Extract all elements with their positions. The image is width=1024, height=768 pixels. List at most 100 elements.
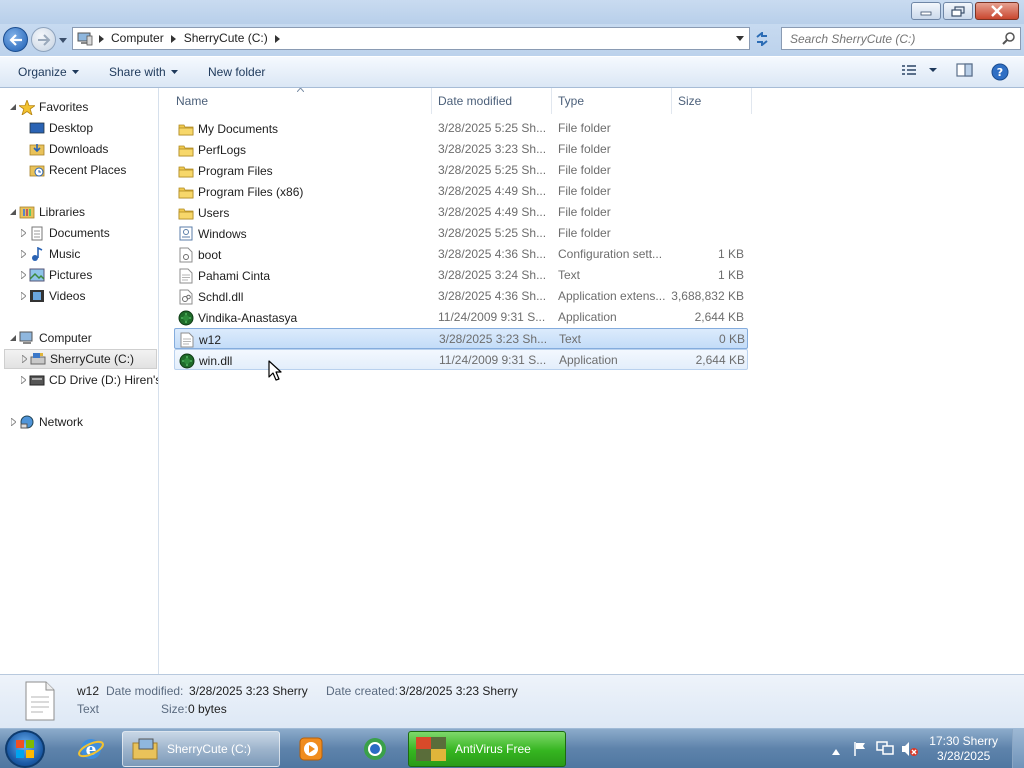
organize-button[interactable]: Organize bbox=[18, 65, 79, 79]
refresh-button[interactable] bbox=[751, 28, 773, 50]
file-name-cell[interactable]: Windows bbox=[178, 223, 247, 244]
file-name-cell[interactable]: Program Files (x86) bbox=[178, 181, 303, 202]
nav-music[interactable]: Music bbox=[18, 244, 158, 264]
search-icon[interactable] bbox=[1002, 32, 1016, 49]
column-date-label: Date modified bbox=[438, 94, 513, 108]
file-row[interactable]: w12 3/28/2025 3:23 Sh... Text 0 KB bbox=[174, 328, 748, 349]
show-hidden-icons-button[interactable] bbox=[832, 744, 840, 758]
nav-downloads[interactable]: Downloads bbox=[18, 139, 158, 159]
start-button[interactable] bbox=[5, 730, 45, 768]
collapse-arrow-icon[interactable] bbox=[8, 335, 18, 341]
restore-button[interactable] bbox=[943, 2, 973, 20]
expand-arrow-icon[interactable] bbox=[18, 376, 28, 384]
taskbar-antivirus[interactable]: AntiVirus Free bbox=[408, 731, 566, 767]
taskbar-explorer-window[interactable]: SherryCute (C:) bbox=[122, 731, 280, 767]
recent-pages-dropdown[interactable] bbox=[58, 33, 68, 47]
file-type: File folder bbox=[558, 163, 611, 177]
file-name-cell[interactable]: w12 bbox=[179, 329, 221, 350]
column-header-date[interactable]: Date modified bbox=[432, 88, 552, 114]
file-name-cell[interactable]: My Documents bbox=[178, 118, 278, 139]
expand-arrow-icon[interactable] bbox=[8, 418, 18, 426]
file-row[interactable]: Program Files (x86) 3/28/2025 4:49 Sh... F… bbox=[174, 181, 748, 202]
details-date-modified: 3/28/2025 3:23 Sherry bbox=[189, 684, 308, 698]
collapse-arrow-icon[interactable] bbox=[8, 104, 18, 110]
action-center-flag-icon[interactable] bbox=[852, 741, 868, 760]
expand-arrow-icon[interactable] bbox=[18, 271, 28, 279]
taskbar-internet-explorer[interactable]: e bbox=[66, 731, 116, 767]
file-row[interactable]: Pahami Cinta 3/28/2025 3:24 Sh... Text 1 KB bbox=[174, 265, 748, 286]
nav-desktop[interactable]: Desktop bbox=[18, 118, 158, 138]
nav-drive-d[interactable]: CD Drive (D:) Hiren's bbox=[18, 370, 158, 390]
share-with-button[interactable]: Share with bbox=[109, 65, 178, 79]
nav-drive-c-label: SherryCute (C:) bbox=[50, 352, 135, 366]
column-type-label: Type bbox=[558, 94, 585, 108]
column-header-size[interactable]: Size bbox=[672, 88, 752, 114]
file-name-cell[interactable]: Program Files bbox=[178, 160, 273, 181]
new-folder-button[interactable]: New folder bbox=[208, 65, 265, 79]
nav-computer[interactable]: Computer bbox=[8, 328, 158, 348]
breadcrumb-arrow-icon[interactable] bbox=[95, 28, 107, 49]
expand-arrow-icon[interactable] bbox=[18, 292, 28, 300]
details-file-type: Text bbox=[77, 702, 100, 716]
forward-button[interactable] bbox=[31, 27, 56, 52]
file-name-cell[interactable]: Vindika-Anastasya bbox=[178, 307, 297, 328]
nav-libraries[interactable]: Libraries bbox=[8, 202, 158, 222]
taskbar-media-player[interactable] bbox=[286, 731, 336, 767]
expand-arrow-icon[interactable] bbox=[19, 355, 29, 363]
column-name-label: Name bbox=[176, 94, 209, 108]
file-row[interactable]: boot 3/28/2025 4:36 Sh... Configuration se… bbox=[174, 244, 748, 265]
expand-arrow-icon[interactable] bbox=[18, 229, 28, 237]
file-name-cell[interactable]: boot bbox=[178, 244, 221, 265]
file-name-cell[interactable]: Users bbox=[178, 202, 229, 223]
address-history-dropdown[interactable] bbox=[733, 28, 747, 49]
file-date-modified: 3/28/2025 3:24 Sh... bbox=[438, 268, 547, 282]
nav-network[interactable]: Network bbox=[8, 412, 158, 432]
volume-muted-icon[interactable] bbox=[900, 741, 920, 760]
file-row[interactable]: Windows 3/28/2025 5:25 Sh... File folder bbox=[174, 223, 748, 244]
minimize-button[interactable] bbox=[911, 2, 941, 20]
file-name-cell[interactable]: PerfLogs bbox=[178, 139, 246, 160]
file-row[interactable]: Vindika-Anastasya 11/24/2009 9:31 S... App… bbox=[174, 307, 748, 328]
nav-favorites-label: Favorites bbox=[39, 100, 89, 114]
file-name-cell[interactable]: win.dll bbox=[179, 350, 232, 371]
collapse-arrow-icon[interactable] bbox=[8, 209, 18, 215]
file-row[interactable]: Schdl.dll 3/28/2025 4:36 Sh... Application… bbox=[174, 286, 748, 307]
address-bar[interactable]: Computer SherryCute (C:) bbox=[72, 27, 750, 50]
nav-recent-places-label: Recent Places bbox=[49, 163, 127, 177]
file-name: Pahami Cinta bbox=[198, 268, 271, 283]
show-desktop-button[interactable] bbox=[1012, 729, 1024, 768]
column-header-type[interactable]: Type bbox=[552, 88, 672, 114]
network-tray-icon[interactable] bbox=[876, 741, 894, 760]
file-name: Program Files bbox=[198, 163, 273, 178]
help-button[interactable]: ? bbox=[991, 63, 1009, 81]
nav-recent-places[interactable]: Recent Places bbox=[18, 160, 158, 180]
nav-favorites[interactable]: Favorites bbox=[8, 97, 158, 117]
file-name-cell[interactable]: Schdl.dll bbox=[178, 286, 243, 307]
search-input[interactable] bbox=[782, 31, 992, 46]
nav-documents[interactable]: Documents bbox=[18, 223, 158, 243]
green-app-icon bbox=[179, 353, 195, 369]
breadcrumb-computer[interactable]: Computer bbox=[107, 28, 168, 49]
file-row[interactable]: Program Files 3/28/2025 5:25 Sh... File fo… bbox=[174, 160, 748, 181]
change-view-button[interactable] bbox=[901, 63, 937, 77]
nav-videos[interactable]: Videos bbox=[18, 286, 158, 306]
file-row[interactable]: win.dll 11/24/2009 9:31 S... Application 2,… bbox=[174, 349, 748, 370]
preview-pane-button[interactable] bbox=[956, 63, 973, 77]
file-row[interactable]: My Documents 3/28/2025 5:25 Sh... File fol… bbox=[174, 118, 748, 139]
breadcrumb-arrow-icon[interactable] bbox=[272, 28, 284, 49]
file-name-cell[interactable]: Pahami Cinta bbox=[178, 265, 270, 286]
expand-arrow-icon[interactable] bbox=[18, 250, 28, 258]
chevron-down-icon[interactable] bbox=[929, 68, 937, 72]
close-button[interactable] bbox=[975, 2, 1019, 20]
text-file-icon bbox=[179, 332, 195, 348]
breadcrumb-drive-c[interactable]: SherryCute (C:) bbox=[180, 28, 272, 49]
file-row[interactable]: PerfLogs 3/28/2025 3:23 Sh... File folder bbox=[174, 139, 748, 160]
search-box[interactable] bbox=[781, 27, 1021, 50]
back-button[interactable] bbox=[3, 27, 28, 52]
nav-drive-c[interactable]: SherryCute (C:) bbox=[4, 349, 157, 369]
taskbar-browser[interactable] bbox=[350, 731, 400, 767]
file-row[interactable]: Users 3/28/2025 4:49 Sh... File folder bbox=[174, 202, 748, 223]
taskbar-clock[interactable]: 17:30 Sherry 3/28/2025 bbox=[929, 734, 998, 764]
breadcrumb-arrow-icon[interactable] bbox=[168, 28, 180, 49]
nav-pictures[interactable]: Pictures bbox=[18, 265, 158, 285]
